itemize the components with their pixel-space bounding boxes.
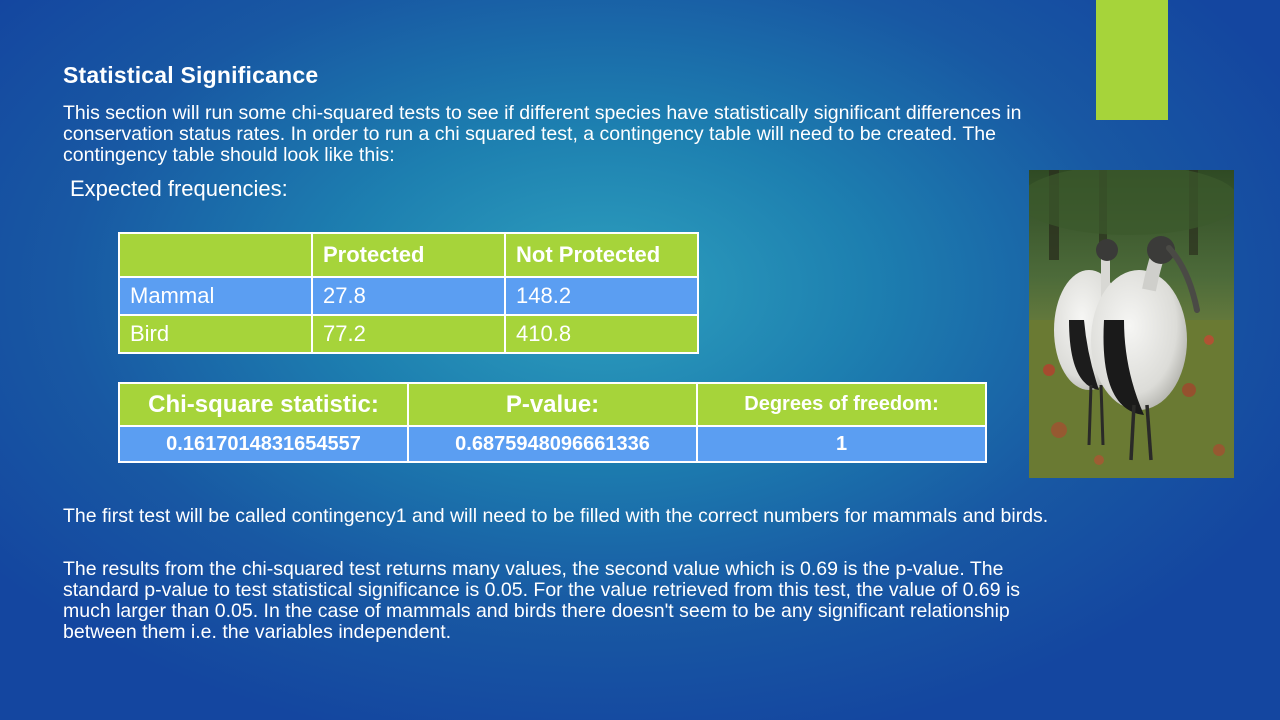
slide-title: Statistical Significance <box>63 62 319 88</box>
chi-square-results-table: Chi-square statistic: P-value: Degrees o… <box>118 382 987 463</box>
table-row: 0.1617014831654557 0.6875948096661336 1 <box>118 425 987 463</box>
table-cell: 0.1617014831654557 <box>118 425 409 463</box>
table-cell: 410.8 <box>504 314 699 354</box>
table-cell: 77.2 <box>311 314 506 354</box>
table-header-cell: Degrees of freedom: <box>696 382 987 427</box>
table-header-cell: Not Protected <box>504 232 699 278</box>
intro-paragraph: This section will run some chi-squared t… <box>63 102 1022 166</box>
table-cell: Mammal <box>118 276 313 316</box>
table-header-row: Protected Not Protected <box>118 232 699 278</box>
contingency-paragraph: The first test will be called contingenc… <box>63 505 1049 527</box>
table-cell: 1 <box>696 425 987 463</box>
table-header-cell: Protected <box>311 232 506 278</box>
table-header-cell <box>118 232 313 278</box>
storks-photo <box>1029 170 1234 478</box>
table-header-cell: Chi-square statistic: <box>118 382 409 427</box>
table-cell: 0.6875948096661336 <box>407 425 698 463</box>
table-header-row: Chi-square statistic: P-value: Degrees o… <box>118 382 987 427</box>
table-cell: 148.2 <box>504 276 699 316</box>
results-paragraph: The results from the chi-squared test re… <box>63 558 1021 643</box>
table-cell: 27.8 <box>311 276 506 316</box>
table-header-cell: P-value: <box>407 382 698 427</box>
expected-frequencies-table: Protected Not Protected Mammal 27.8 148.… <box>118 232 699 354</box>
table-row: Mammal 27.8 148.2 <box>118 276 699 316</box>
table-row: Bird 77.2 410.8 <box>118 314 699 354</box>
accent-bar <box>1096 0 1168 120</box>
table-cell: Bird <box>118 314 313 354</box>
expected-frequencies-heading: Expected frequencies: <box>70 176 288 201</box>
